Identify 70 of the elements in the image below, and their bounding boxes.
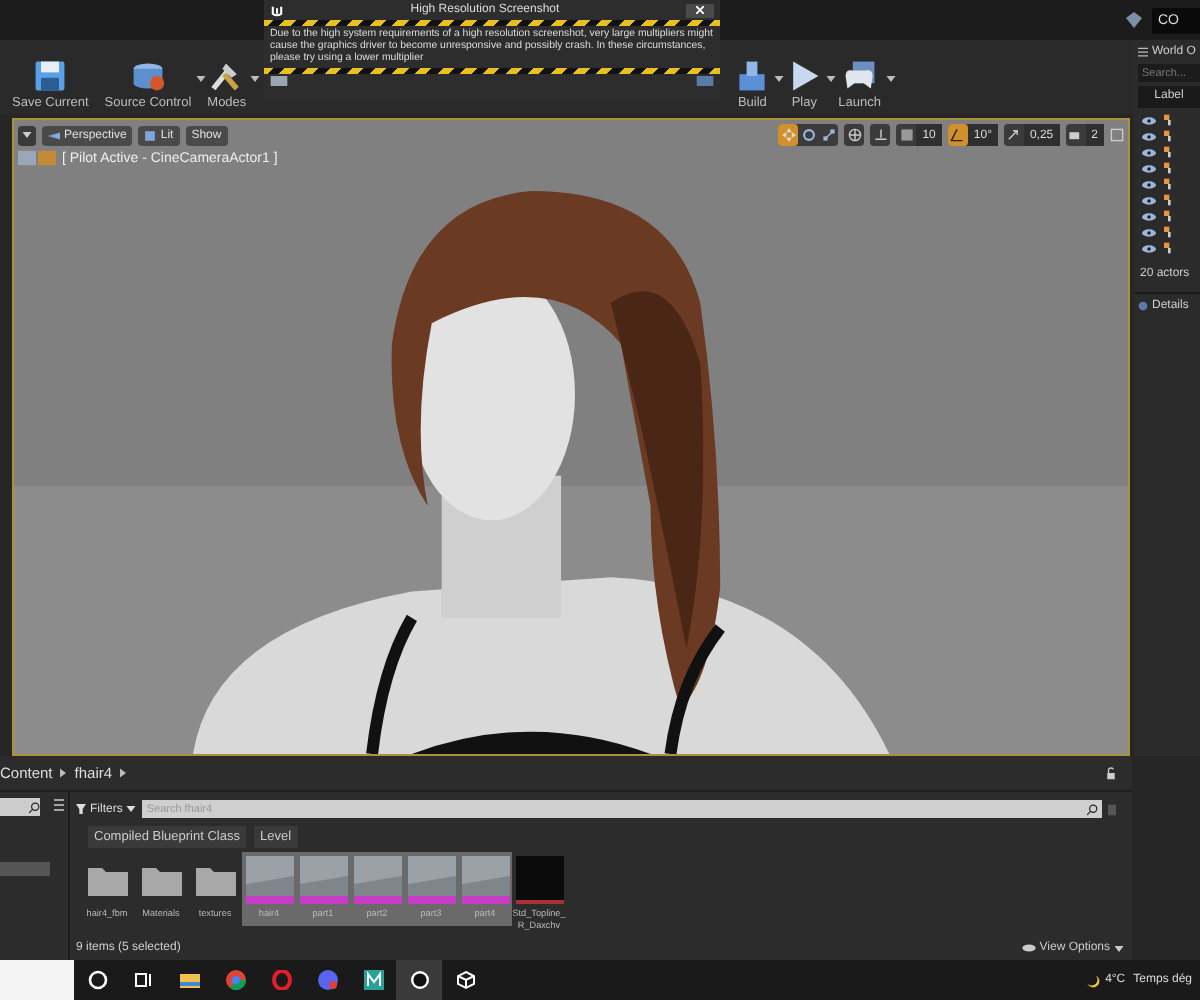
caret-icon xyxy=(774,76,785,82)
caret-icon xyxy=(250,76,261,82)
surface-snap-button[interactable] xyxy=(870,124,891,146)
level-thumbnail xyxy=(299,856,347,905)
engine-logo-icon xyxy=(270,3,284,17)
level-thumbnail xyxy=(245,856,293,905)
taskbar-search-field[interactable] xyxy=(0,960,74,1000)
engine-icon xyxy=(409,970,429,990)
database-icon xyxy=(129,58,166,94)
browser-icon xyxy=(225,970,245,990)
caret-icon xyxy=(22,132,32,138)
rotate-icon xyxy=(801,128,816,142)
grid-icon xyxy=(899,128,914,142)
lock-icon[interactable] xyxy=(1106,766,1116,781)
search-icon xyxy=(1086,803,1098,816)
eye-icon[interactable] xyxy=(1142,147,1156,157)
eye-icon[interactable] xyxy=(1142,179,1156,189)
move-tool-button[interactable] xyxy=(778,124,799,146)
info-icon xyxy=(1138,300,1148,312)
task-view-icon xyxy=(133,970,153,990)
caret-icon xyxy=(885,76,895,82)
rotate-tool-button[interactable] xyxy=(798,124,819,146)
eye-icon[interactable] xyxy=(1142,243,1156,253)
eye-icon[interactable] xyxy=(1142,211,1156,221)
eye-icon xyxy=(1021,944,1036,952)
list-icon xyxy=(1138,46,1148,58)
cube-icon xyxy=(144,129,157,141)
surface-snap-icon xyxy=(873,128,888,142)
grid-snap-toggle[interactable] xyxy=(896,124,917,146)
folder-icon xyxy=(179,970,199,990)
blocks-icon xyxy=(734,58,771,94)
world-space-button[interactable] xyxy=(844,124,865,146)
eye-icon[interactable] xyxy=(1142,195,1156,205)
chat-icon xyxy=(317,970,337,990)
moon-icon[interactable] xyxy=(1085,973,1100,987)
eye-icon[interactable] xyxy=(1142,227,1156,237)
close-icon xyxy=(696,6,704,14)
caret-icon xyxy=(195,76,206,82)
level-thumbnail xyxy=(461,856,509,905)
level-thumbnail xyxy=(407,856,455,905)
level-thumbnail xyxy=(353,856,401,905)
caret-icon xyxy=(126,806,137,813)
search-field[interactable] xyxy=(0,798,40,817)
scale-icon xyxy=(821,128,836,142)
angle-icon xyxy=(950,128,965,142)
taskbar-app[interactable] xyxy=(396,960,442,1000)
chevron-icon[interactable] xyxy=(120,768,127,779)
caret-icon xyxy=(826,76,837,82)
tools-icon xyxy=(208,58,245,94)
cube-icon xyxy=(455,970,475,990)
caret-icon xyxy=(1114,945,1124,951)
eye-icon[interactable] xyxy=(1142,115,1156,125)
move-icon xyxy=(781,128,796,142)
scale-arrow-icon xyxy=(1006,128,1021,142)
eye-icon[interactable] xyxy=(1142,131,1156,141)
chevron-icon[interactable] xyxy=(60,768,67,779)
viewport-menu-button[interactable] xyxy=(18,125,36,145)
funnel-icon xyxy=(76,804,86,815)
menu-icon[interactable] xyxy=(54,798,64,813)
search-icon xyxy=(28,801,40,814)
rotation-snap-toggle[interactable] xyxy=(947,124,968,146)
scale-tool-button[interactable] xyxy=(818,124,839,146)
ring-icon xyxy=(271,970,291,990)
app-icon xyxy=(363,970,383,990)
close-button[interactable] xyxy=(686,3,714,17)
gamepad-icon xyxy=(841,58,878,94)
globe-icon xyxy=(847,128,862,142)
eye-icon[interactable] xyxy=(1142,163,1156,173)
circle-icon xyxy=(87,970,107,990)
blueprint-thumbnail xyxy=(515,856,563,905)
